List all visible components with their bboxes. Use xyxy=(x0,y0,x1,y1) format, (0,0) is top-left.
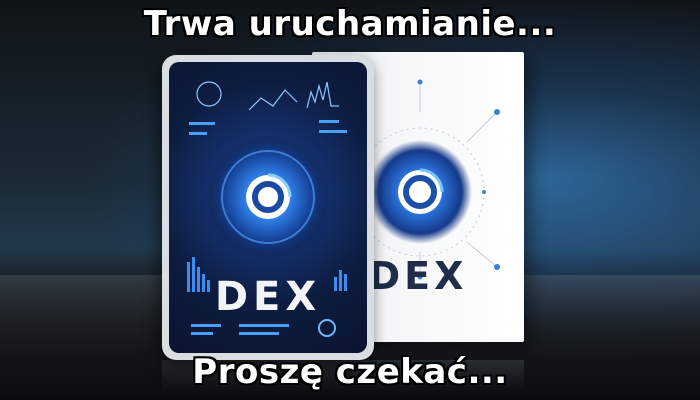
tablet-screen: DEX xyxy=(169,62,367,353)
product-tablet-front: DEX xyxy=(162,55,374,360)
tablet-logo-text: DEX xyxy=(214,274,322,320)
loading-title: Trwa uruchamianie... xyxy=(143,4,557,44)
loading-subtitle: Proszę czekać... xyxy=(192,352,508,392)
